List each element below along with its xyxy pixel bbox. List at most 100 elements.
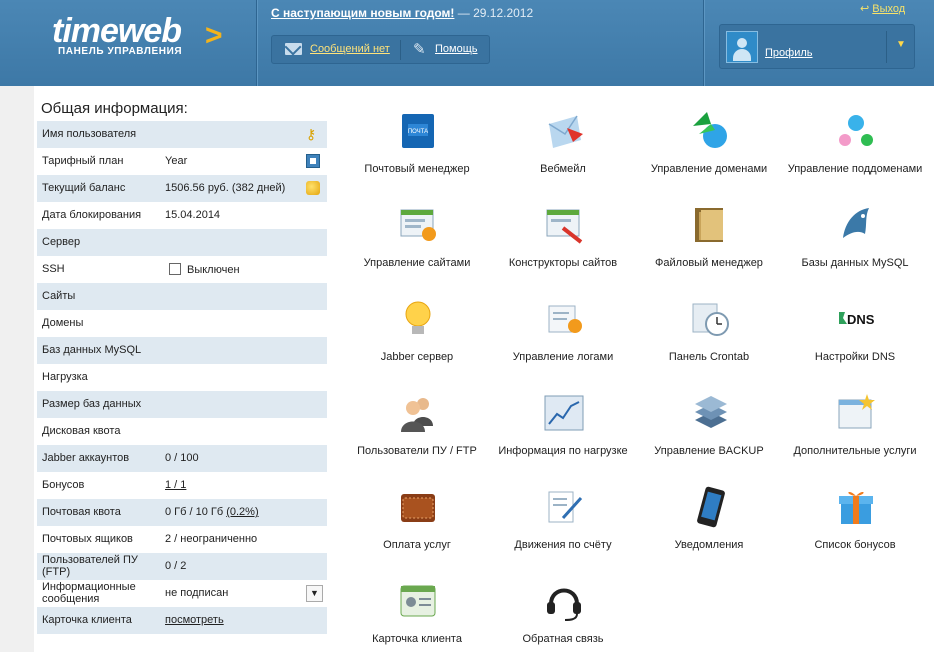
tile-sites[interactable]: Управление сайтами <box>344 204 490 284</box>
tile-label: Настройки DNS <box>814 351 896 363</box>
tile-load-info[interactable]: Информация по нагрузке <box>490 392 636 472</box>
news-link[interactable]: С наступающим новым годом! <box>271 6 454 20</box>
account-movements-icon <box>548 491 583 523</box>
tile-account-movements[interactable]: Движения по счёту <box>490 486 636 566</box>
tile-file-manager[interactable]: Файловый менеджер <box>636 204 782 284</box>
tile-extra-services[interactable]: Дополнительные услуги <box>782 392 928 472</box>
tile-label: Управление сайтами <box>363 257 471 269</box>
info-label: Тарифный план <box>42 155 124 167</box>
tile-crontab[interactable]: Панель Crontab <box>636 298 782 378</box>
info-row-jabber: Jabber аккаунтов 0 / 100 <box>37 445 327 472</box>
tile-label: Управление доменами <box>650 163 768 175</box>
info-title: Общая информация: <box>41 100 188 117</box>
profile-link[interactable]: Профиль <box>765 47 813 59</box>
info-value: 1506.56 руб. (382 дней) <box>165 182 286 194</box>
info-label: Jabber аккаунтов <box>42 452 130 464</box>
info-row-db-size: Размер баз данных <box>37 391 327 418</box>
profile-divider <box>886 31 887 63</box>
coins-icon[interactable] <box>306 181 320 195</box>
client-card-link[interactable]: посмотреть <box>165 614 224 626</box>
tile-domains[interactable]: Управление доменами <box>636 110 782 190</box>
domains-icon <box>693 112 727 148</box>
tile-label: Список бонусов <box>814 539 896 551</box>
info-value: посмотреть <box>165 614 224 626</box>
tile-dns[interactable]: DNS Настройки DNS <box>782 298 928 378</box>
info-value: 0 Гб / 10 Гб (0.2%) <box>165 506 259 518</box>
header-divider <box>256 0 257 86</box>
tile-label: Почтовый менеджер <box>364 163 470 175</box>
bonuses-link[interactable]: 1 / 1 <box>165 479 186 491</box>
info-row-bonuses: Бонусов 1 / 1 <box>37 472 327 499</box>
tile-users[interactable]: Пользователи ПУ / FTP <box>344 392 490 472</box>
tile-mail-manager[interactable]: ПОЧТА Почтовый менеджер <box>344 110 490 190</box>
tile-subdomains[interactable]: Управление поддоменами <box>782 110 928 190</box>
tile-logs[interactable]: Управление логами <box>490 298 636 378</box>
tile-label: Базы данных MySQL <box>801 257 909 269</box>
client-card-icon <box>400 585 436 617</box>
tile-label: Движения по счёту <box>514 539 612 551</box>
tile-site-builder[interactable]: Конструкторы сайтов <box>490 204 636 284</box>
info-label: Бонусов <box>42 479 85 491</box>
avatar-icon <box>726 31 758 63</box>
users-icon <box>401 398 433 432</box>
info-label: Почтовая квота <box>42 506 121 518</box>
dns-icon: DNS <box>839 312 875 327</box>
info-label: Пользователей ПУ (FTP) <box>42 554 138 578</box>
tile-label: Конструкторы сайтов <box>508 257 618 269</box>
exit-link[interactable]: Выход <box>872 3 905 15</box>
header-divider-right <box>703 0 704 86</box>
info-row-ftp-users: Пользователей ПУ (FTP) 0 / 2 <box>37 553 327 580</box>
info-row-server: Сервер <box>37 229 327 256</box>
tile-feedback[interactable]: Обратная связь <box>490 580 636 660</box>
info-row-mailboxes: Почтовых ящиков 2 / неограниченно <box>37 526 327 553</box>
tile-label: Обратная связь <box>522 633 604 645</box>
info-label: Почтовых ящиков <box>42 533 133 545</box>
info-label: Сервер <box>42 236 81 248</box>
info-label: SSH <box>42 263 65 275</box>
tile-mysql[interactable]: Базы данных MySQL <box>782 204 928 284</box>
calculator-icon[interactable] <box>306 154 320 168</box>
ssh-status: Выключен <box>187 264 240 276</box>
info-label: Имя пользователя <box>42 128 137 140</box>
info-row-balance: Текущий баланс 1506.56 руб. (382 дней) <box>37 175 327 202</box>
tile-client-card[interactable]: Карточка клиента <box>344 580 490 660</box>
header-bar: timeweb > ПАНЕЛЬ УПРАВЛЕНИЯ С наступающи… <box>0 0 934 86</box>
left-gutter <box>0 86 34 652</box>
mysql-icon <box>843 208 869 238</box>
info-label: Баз данных MySQL <box>42 344 142 356</box>
tile-label: Управление логами <box>512 351 614 363</box>
tile-bonus-list[interactable]: Список бонусов <box>782 486 928 566</box>
key-icon[interactable]: ⚷ <box>306 127 320 141</box>
info-value: не подписан <box>165 587 229 599</box>
subscription-dropdown-icon[interactable]: ▼ <box>306 585 323 602</box>
info-row-plan: Тарифный план Year <box>37 148 327 175</box>
timeweb-logo[interactable]: timeweb > ПАНЕЛЬ УПРАВЛЕНИЯ <box>52 12 232 58</box>
svg-text:ПОЧТА: ПОЧТА <box>408 129 428 135</box>
messages-bar: Сообщений нет ✎ Помощь <box>271 35 490 64</box>
info-row-username: Имя пользователя ⚷ <box>37 121 327 148</box>
tile-label: Карточка клиента <box>372 633 462 645</box>
tile-payment[interactable]: Оплата услуг <box>344 486 490 566</box>
tile-label: Панель Crontab <box>668 351 750 363</box>
exit-area: ↩ Выход <box>860 2 905 15</box>
info-row-mail-quota: Почтовая квота 0 Гб / 10 Гб (0.2%) <box>37 499 327 526</box>
ssh-checkbox[interactable] <box>169 263 181 275</box>
profile-box[interactable]: Профиль ▼ <box>719 24 915 69</box>
tile-label: Информация по нагрузке <box>498 445 628 457</box>
logs-icon <box>548 305 582 333</box>
info-label: Дисковая квота <box>42 425 121 437</box>
info-row-sites: Сайты <box>37 283 327 310</box>
chevron-down-icon[interactable]: ▼ <box>896 39 906 50</box>
news-date: — 29.12.2012 <box>457 6 534 20</box>
tile-backup[interactable]: Управление BACKUP <box>636 392 782 472</box>
messages-link[interactable]: Сообщений нет <box>310 43 390 55</box>
info-row-disk-quota: Дисковая квота <box>37 418 327 445</box>
help-link[interactable]: Помощь <box>435 43 478 55</box>
info-value: 15.04.2014 <box>165 209 221 221</box>
info-label: Текущий баланс <box>42 182 126 194</box>
mail-quota-percent-link[interactable]: (0.2%) <box>226 506 258 518</box>
tile-notifications[interactable]: Уведомления <box>636 486 782 566</box>
tile-jabber[interactable]: Jabber сервер <box>344 298 490 378</box>
subdomains-icon <box>839 115 873 146</box>
tile-webmail[interactable]: Вебмейл <box>490 110 636 190</box>
